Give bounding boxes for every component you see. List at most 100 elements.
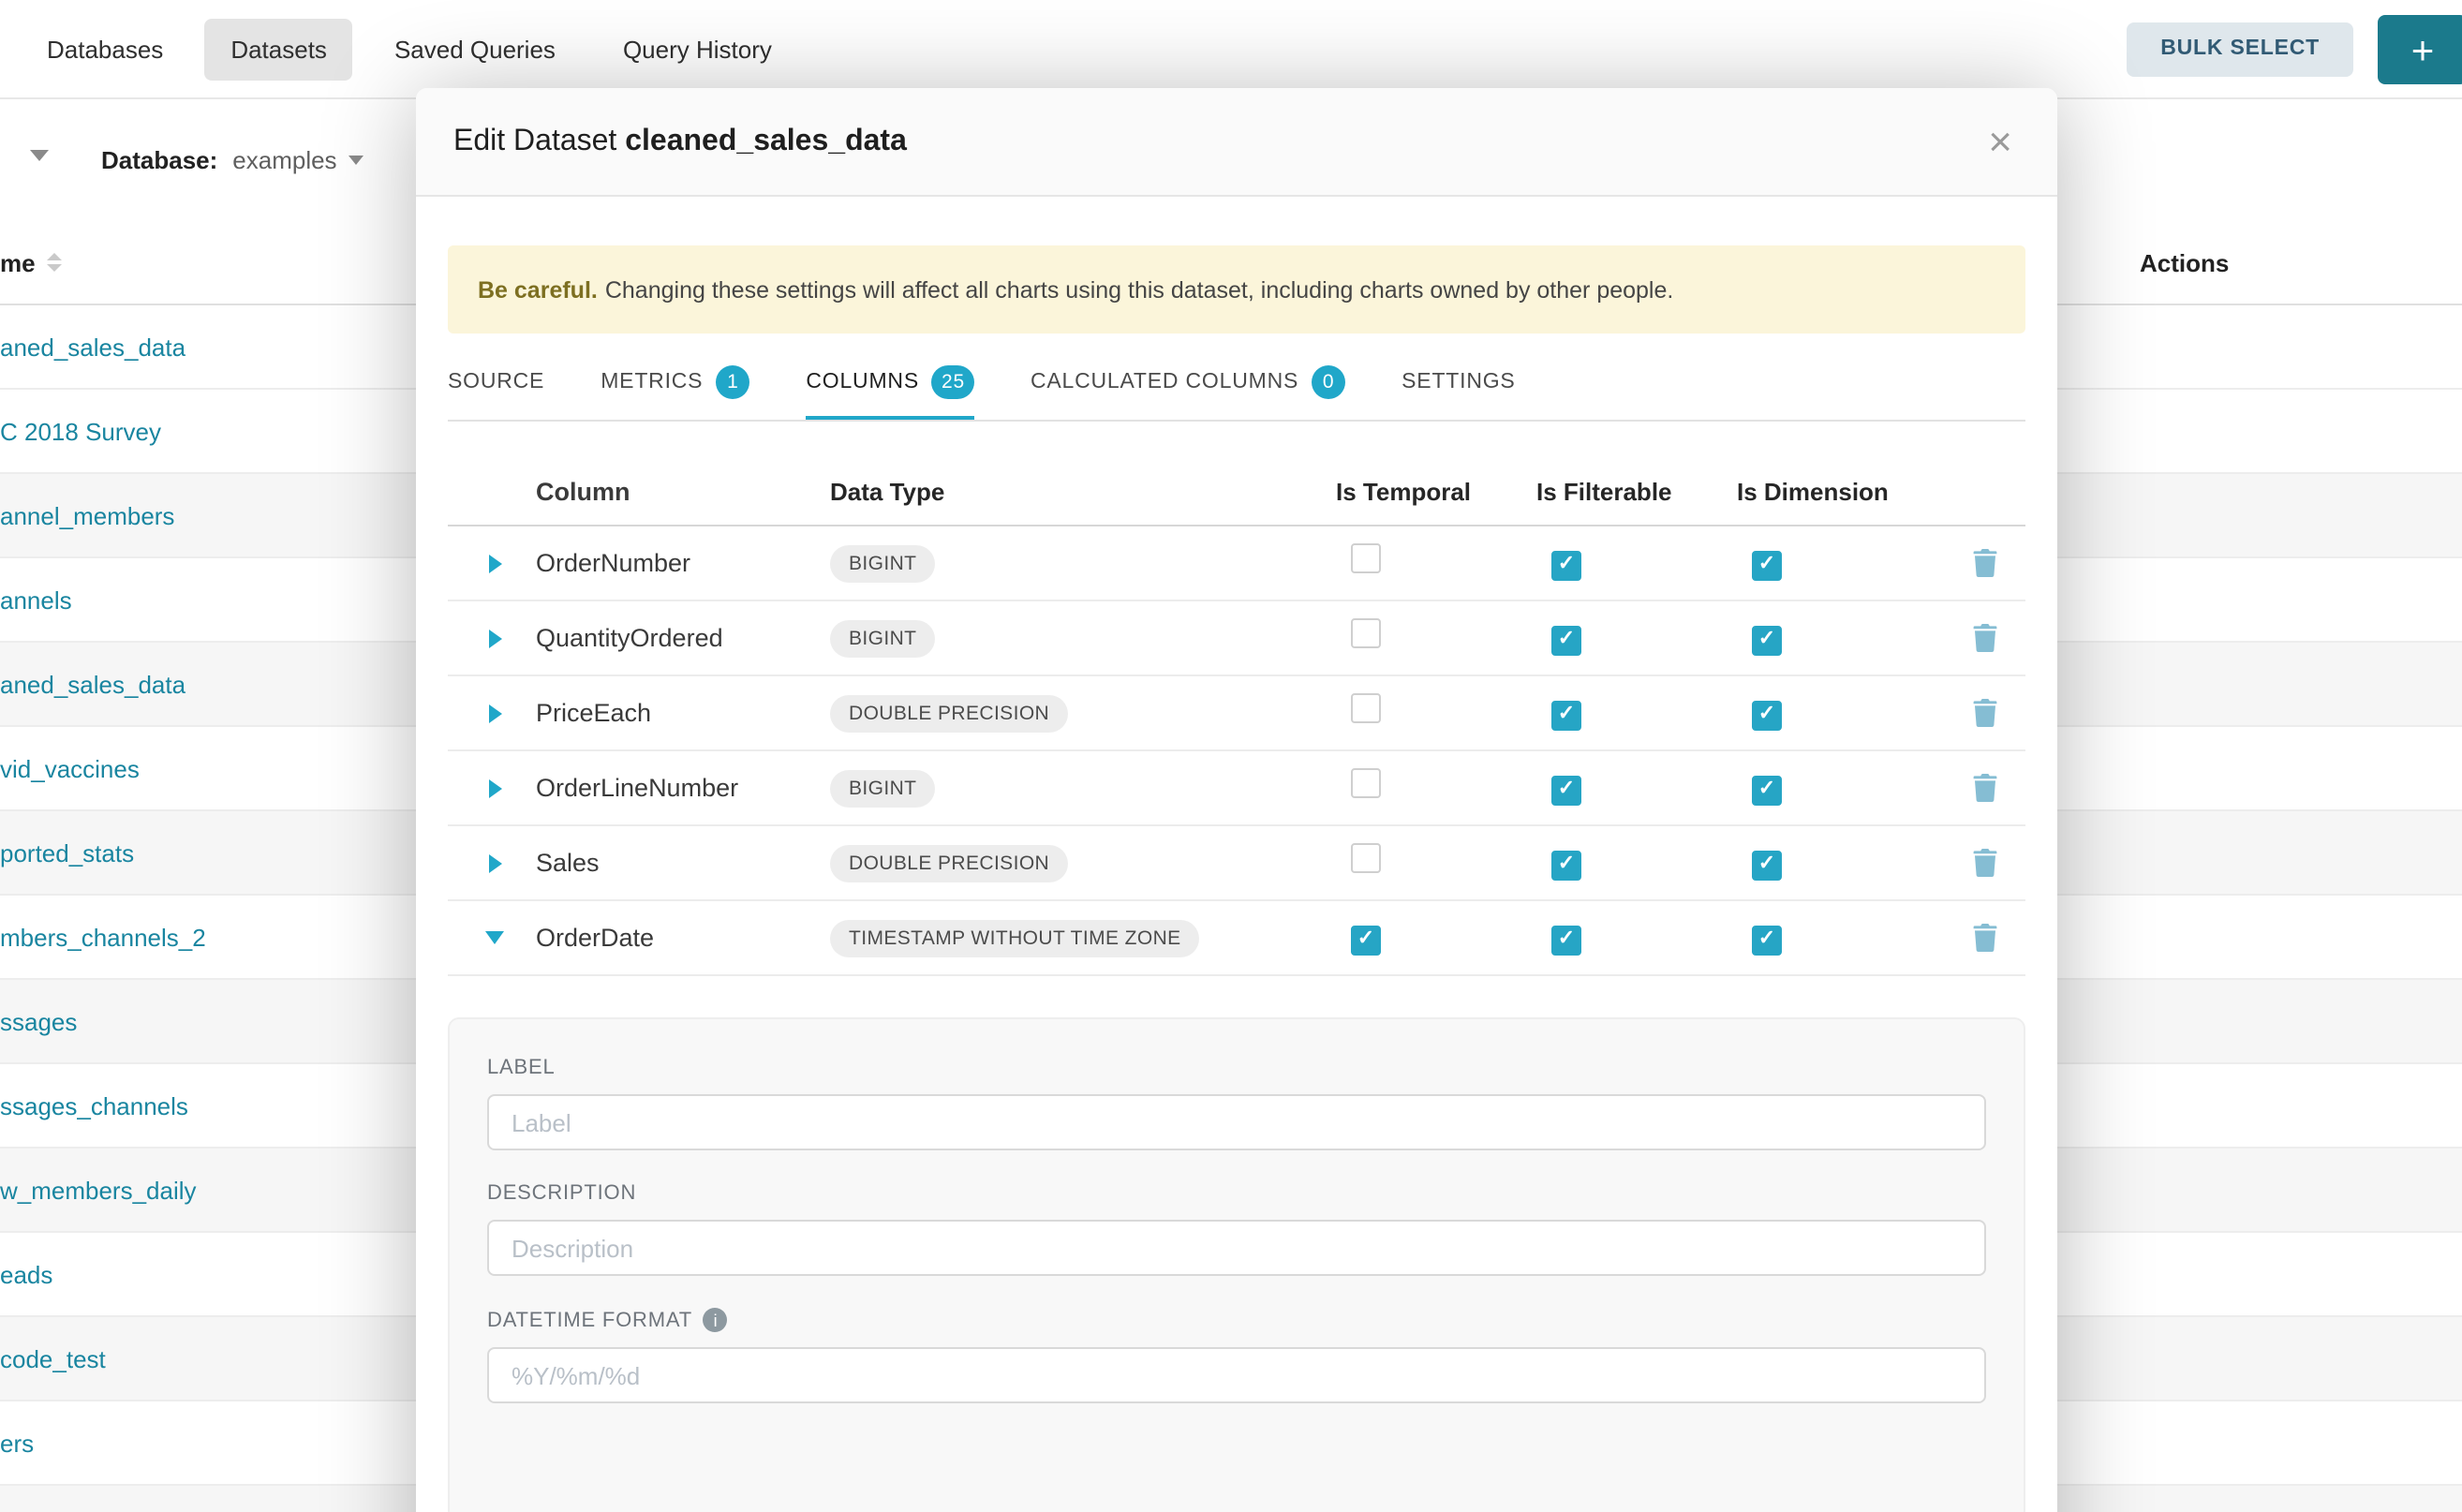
collapse-caret-icon[interactable]: [485, 931, 504, 944]
dataset-link[interactable]: aned_sales_data: [0, 333, 185, 361]
column-name: PriceEach: [536, 699, 830, 727]
dataset-link[interactable]: ssages: [0, 1007, 77, 1035]
modal-title-dataset-name: cleaned_sales_data: [625, 125, 907, 156]
data-type-cell: BIGINT: [830, 769, 1336, 807]
expand-caret-icon[interactable]: [488, 704, 501, 722]
tab-label: CALCULATED COLUMNS: [1031, 371, 1298, 393]
is-temporal-checkbox-cell: [1336, 693, 1536, 733]
is-filterable-checkbox-cell: [1536, 696, 1737, 731]
column-detail-panel: LABEL DESCRIPTION DATETIME FORMAT i: [448, 1017, 2025, 1512]
name-column-header-label: me: [0, 248, 36, 276]
delete-column-button[interactable]: [1973, 774, 1997, 802]
nav-item-saved-queries[interactable]: Saved Queries: [368, 18, 582, 80]
nav-item-databases[interactable]: Databases: [21, 18, 189, 80]
dataset-link[interactable]: eads: [0, 1260, 52, 1288]
is-temporal-header: Is Temporal: [1336, 477, 1536, 505]
tab-source[interactable]: SOURCE: [448, 348, 544, 420]
column-row: OrderNumberBIGINT: [448, 526, 2025, 601]
trash-icon: [1973, 624, 1997, 652]
expander-cell: [453, 629, 536, 647]
is-dimension-checkbox[interactable]: [1752, 776, 1782, 806]
column-row: SalesDOUBLE PRECISION: [448, 826, 2025, 901]
tab-label: SETTINGS: [1402, 371, 1515, 393]
dataset-link[interactable]: code_test: [0, 1344, 106, 1372]
close-icon[interactable]: ×: [1977, 119, 2024, 164]
dataset-link[interactable]: ssages_channels: [0, 1091, 188, 1119]
dataset-link[interactable]: annel_members: [0, 501, 174, 529]
bulk-select-button[interactable]: BULK SELECT: [2127, 22, 2353, 76]
is-filterable-checkbox[interactable]: [1551, 626, 1581, 656]
column-header: Column: [536, 477, 830, 505]
warning-text: Changing these settings will affect all …: [605, 276, 1674, 303]
dataset-link[interactable]: mbers_channels_2: [0, 923, 206, 951]
sort-icon[interactable]: [47, 253, 62, 272]
datetime-format-input[interactable]: [487, 1347, 1986, 1403]
trash-icon: [1973, 849, 1997, 877]
is-filterable-checkbox[interactable]: [1551, 701, 1581, 731]
tab-label: COLUMNS: [806, 371, 919, 393]
is-filterable-checkbox[interactable]: [1551, 926, 1581, 956]
is-filterable-checkbox[interactable]: [1551, 551, 1581, 581]
description-field-label: DESCRIPTION: [487, 1182, 1986, 1205]
name-column-header[interactable]: me: [0, 248, 62, 276]
tab-metrics[interactable]: METRICS1: [601, 348, 749, 420]
expand-caret-icon[interactable]: [488, 853, 501, 872]
is-filterable-checkbox[interactable]: [1551, 776, 1581, 806]
delete-cell: [1962, 699, 2025, 727]
database-filter[interactable]: Database: examples: [101, 135, 363, 184]
tab-settings[interactable]: SETTINGS: [1402, 348, 1515, 420]
nav-item-query-history[interactable]: Query History: [597, 18, 798, 80]
data-type-pill: DOUBLE PRECISION: [830, 694, 1068, 732]
is-temporal-checkbox[interactable]: [1351, 543, 1381, 573]
tab-calculated-columns[interactable]: CALCULATED COLUMNS0: [1031, 348, 1345, 420]
description-field-group: DESCRIPTION: [487, 1182, 1986, 1276]
dataset-link[interactable]: annels: [0, 586, 72, 614]
is-dimension-checkbox[interactable]: [1752, 851, 1782, 881]
tab-columns[interactable]: COLUMNS25: [806, 348, 974, 420]
dataset-link[interactable]: w_members_daily: [0, 1176, 197, 1204]
column-row: OrderLineNumberBIGINT: [448, 751, 2025, 826]
delete-cell: [1962, 774, 2025, 802]
is-dimension-checkbox[interactable]: [1752, 626, 1782, 656]
label-input[interactable]: [487, 1094, 1986, 1150]
expand-caret-icon[interactable]: [488, 554, 501, 572]
expander-cell: [453, 778, 536, 797]
dataset-link[interactable]: aned_sales_data: [0, 670, 185, 698]
is-temporal-checkbox[interactable]: [1351, 693, 1381, 723]
info-icon[interactable]: i: [704, 1308, 728, 1332]
is-temporal-checkbox[interactable]: [1351, 768, 1381, 798]
trash-icon: [1973, 924, 1997, 952]
columns-table-body: OrderNumberBIGINTQuantityOrderedBIGINTPr…: [448, 526, 2025, 976]
chevron-down-icon[interactable]: [30, 150, 49, 161]
is-dimension-checkbox-cell: [1737, 921, 1962, 956]
is-dimension-checkbox[interactable]: [1752, 701, 1782, 731]
add-dataset-button[interactable]: +: [2378, 14, 2462, 83]
tab-label: SOURCE: [448, 371, 544, 393]
delete-column-button[interactable]: [1973, 549, 1997, 577]
delete-column-button[interactable]: [1973, 699, 1997, 727]
top-nav: DatabasesDatasetsSaved QueriesQuery Hist…: [0, 0, 2462, 99]
dataset-link[interactable]: ported_stats: [0, 838, 134, 867]
delete-column-button[interactable]: [1973, 849, 1997, 877]
is-dimension-checkbox[interactable]: [1752, 551, 1782, 581]
is-temporal-checkbox[interactable]: [1351, 618, 1381, 648]
edit-dataset-modal: Edit Dataset cleaned_sales_data × Be car…: [416, 88, 2057, 1512]
delete-column-button[interactable]: [1973, 924, 1997, 952]
expander-cell: [453, 554, 536, 572]
is-dimension-checkbox[interactable]: [1752, 926, 1782, 956]
is-filterable-checkbox[interactable]: [1551, 851, 1581, 881]
is-dimension-checkbox-cell: [1737, 846, 1962, 881]
data-type-cell: DOUBLE PRECISION: [830, 844, 1336, 882]
is-temporal-checkbox[interactable]: [1351, 843, 1381, 873]
nav-item-datasets[interactable]: Datasets: [204, 18, 353, 80]
dataset-link[interactable]: ers: [0, 1429, 34, 1457]
is-temporal-checkbox[interactable]: [1351, 926, 1381, 956]
expand-caret-icon[interactable]: [488, 778, 501, 797]
expand-caret-icon[interactable]: [488, 629, 501, 647]
delete-column-button[interactable]: [1973, 624, 1997, 652]
delete-cell: [1962, 624, 2025, 652]
dataset-link[interactable]: C 2018 Survey: [0, 417, 161, 445]
warning-bold: Be careful.: [478, 276, 598, 303]
dataset-link[interactable]: vid_vaccines: [0, 754, 140, 782]
description-input[interactable]: [487, 1220, 1986, 1276]
